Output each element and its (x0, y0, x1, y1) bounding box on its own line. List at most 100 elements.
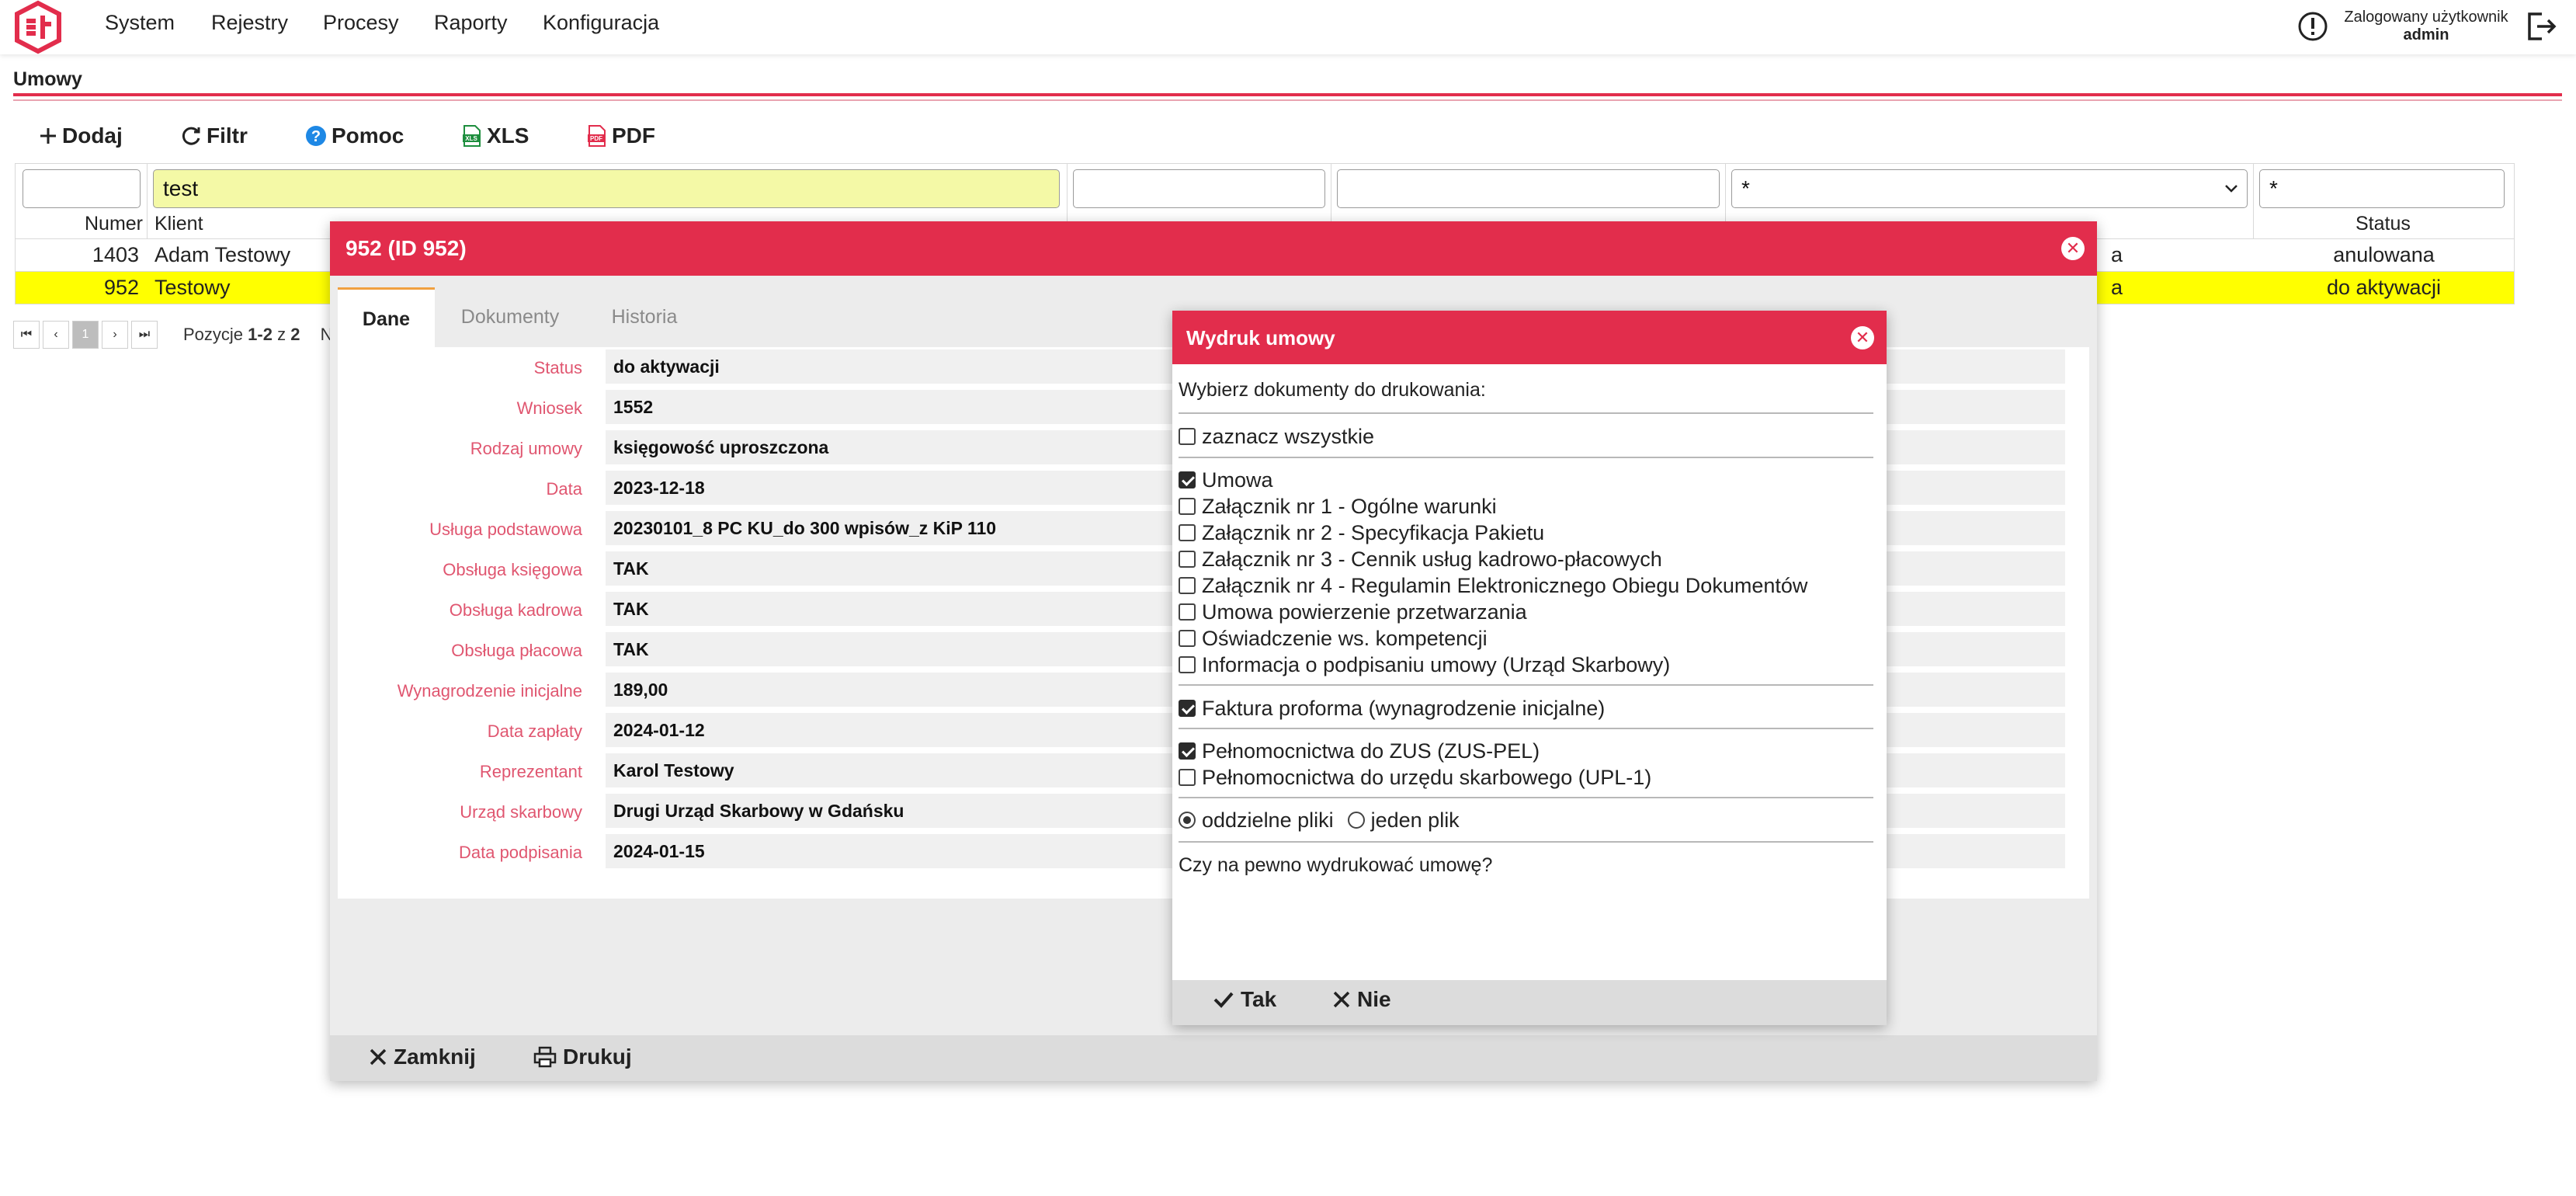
logout-icon[interactable] (2525, 11, 2557, 42)
confirm-question: Czy na pewno wydrukować umowę? (1179, 854, 1493, 876)
proxy-option[interactable]: Pełnomocnictwa do ZUS (ZUS-PEL) (1179, 739, 1540, 763)
tab-dokumenty[interactable]: Dokumenty (441, 287, 579, 347)
document-option[interactable]: Umowa powierzenie przetwarzania (1179, 600, 1527, 624)
print-button[interactable]: Drukuj (533, 1045, 632, 1069)
close-button-label: Zamknij (394, 1045, 476, 1069)
print-dialog: Wydruk umowy ✕ Wybierz dokumenty do druk… (1172, 311, 1887, 1025)
pager-total: 2 (290, 325, 300, 344)
alert-icon[interactable] (2297, 10, 2329, 43)
svg-text:?: ? (311, 128, 321, 145)
document-option[interactable]: Załącznik nr 2 - Specyfikacja Pakietu (1179, 520, 1544, 545)
separate-files-radio[interactable] (1179, 812, 1196, 829)
file-mode-group: oddzielne pliki jeden plik (1179, 808, 1460, 833)
top-navbar: System Rejestry Procesy Raporty Konfigur… (0, 0, 2576, 54)
help-button[interactable]: ? Pomoc (305, 120, 404, 151)
field-label-obsluga-placowa: Obsługa płacowa (451, 641, 582, 660)
select-filter-dropdown[interactable]: * (1731, 169, 2248, 208)
status-filter-input[interactable] (2259, 169, 2505, 208)
proxy-option[interactable]: Pełnomocnictwa do urzędu skarbowego (UPL… (1179, 765, 1651, 790)
divider (1179, 841, 1873, 843)
invoice-option[interactable]: Faktura proforma (wynagrodzenie inicjaln… (1179, 696, 1605, 721)
data-filter-input[interactable] (1337, 169, 1720, 208)
status-header-label: Status (2356, 213, 2411, 235)
menu-konfiguracja[interactable]: Konfiguracja (543, 11, 659, 35)
document-checkbox[interactable] (1179, 656, 1196, 673)
filter-button-label: Filtr (207, 123, 248, 148)
export-xls-button[interactable]: XLS XLS (462, 120, 529, 151)
document-checkbox[interactable] (1179, 551, 1196, 568)
document-option[interactable]: Załącznik nr 4 - Regulamin Elektroniczne… (1179, 573, 1807, 598)
contract-dialog-header: 952 (ID 952) ✕ (330, 221, 2097, 276)
document-checkbox[interactable] (1179, 603, 1196, 621)
yes-button[interactable]: Tak (1213, 987, 1276, 1012)
field-label-rodzaj: Rodzaj umowy (470, 439, 582, 458)
select-all-checkbox[interactable] (1179, 428, 1196, 445)
document-checkbox[interactable] (1179, 524, 1196, 541)
divider (1179, 684, 1873, 686)
no-button[interactable]: Nie (1332, 987, 1391, 1012)
field-label-usluga: Usługa podstawowa (429, 520, 582, 539)
close-x-icon (1333, 991, 1350, 1008)
title-divider-thin (13, 99, 2562, 101)
print-dialog-title: Wydruk umowy (1186, 326, 1335, 349)
close-icon[interactable]: ✕ (2061, 237, 2085, 260)
numer-filter-input[interactable] (23, 169, 141, 208)
select-all-label: zaznacz wszystkie (1202, 424, 1375, 448)
document-option[interactable]: Oświadczenie ws. kompetencji (1179, 626, 1488, 651)
select-all-option[interactable]: zaznacz wszystkie (1179, 424, 1374, 449)
menu-system[interactable]: System (105, 11, 175, 35)
row-numer: 952 (103, 276, 139, 299)
pager-page-1[interactable]: 1 (72, 321, 99, 349)
document-label: Załącznik nr 4 - Regulamin Elektroniczne… (1202, 573, 1808, 597)
print-dialog-footer (1172, 980, 1887, 1025)
tab-dane[interactable]: Dane (338, 287, 435, 347)
export-pdf-button[interactable]: PDF PDF (587, 120, 655, 151)
invoice-label: Faktura proforma (wynagrodzenie inicjaln… (1202, 696, 1606, 720)
document-checkbox[interactable] (1179, 577, 1196, 594)
single-file-radio[interactable] (1347, 812, 1365, 829)
print-intro-text: Wybierz dokumenty do drukowania: (1179, 379, 1486, 401)
close-icon[interactable]: ✕ (1851, 326, 1874, 349)
document-option[interactable]: Załącznik nr 3 - Cennik usług kadrowo-pł… (1179, 547, 1662, 572)
document-checkbox[interactable] (1179, 498, 1196, 515)
filter-button[interactable]: Filtr (180, 120, 248, 151)
document-checkbox[interactable] (1179, 471, 1196, 488)
yes-button-label: Tak (1241, 987, 1277, 1011)
pager-first-button[interactable]: ⏮ (13, 321, 40, 349)
menu-rejestry[interactable]: Rejestry (211, 11, 288, 35)
divider (1179, 797, 1873, 798)
proxy-label: Pełnomocnictwa do urzędu skarbowego (UPL… (1202, 765, 1652, 789)
field-label-data: Data (546, 479, 582, 499)
app-logo[interactable] (11, 0, 65, 54)
help-button-label: Pomoc (332, 123, 404, 148)
nip-filter-input[interactable] (1073, 169, 1325, 208)
document-checkbox[interactable] (1179, 630, 1196, 647)
proxy-checkbox[interactable] (1179, 742, 1196, 760)
invoice-checkbox[interactable] (1179, 700, 1196, 717)
klient-filter-input[interactable] (153, 169, 1060, 208)
title-divider (13, 93, 2562, 96)
field-label-data-podpisania: Data podpisania (458, 843, 582, 862)
proxy-checkbox[interactable] (1179, 769, 1196, 786)
field-label-status: Status (533, 358, 582, 377)
menu-raporty[interactable]: Raporty (434, 11, 508, 35)
menu-procesy[interactable]: Procesy (323, 11, 399, 35)
single-file-label: jeden plik (1370, 808, 1460, 832)
tab-historia[interactable]: Historia (585, 287, 703, 347)
divider (1179, 457, 1873, 458)
document-option[interactable]: Informacja o podpisaniu umowy (Urząd Ska… (1179, 652, 1670, 677)
row-status: anulowana (2333, 243, 2435, 266)
row-numer: 1403 (92, 243, 139, 266)
pager-prev-button[interactable]: ‹ (43, 321, 69, 349)
pdf-file-icon: PDF (588, 125, 606, 147)
pager-last-button[interactable]: ⏭ (131, 321, 158, 349)
close-button[interactable]: Zamknij (369, 1045, 476, 1069)
document-label: Informacja o podpisaniu umowy (Urząd Ska… (1202, 652, 1671, 676)
add-button[interactable]: Dodaj (39, 120, 123, 151)
xls-button-label: XLS (487, 123, 529, 148)
add-button-label: Dodaj (62, 123, 123, 148)
close-x-icon (370, 1048, 387, 1066)
document-option[interactable]: Załącznik nr 1 - Ogólne warunki (1179, 494, 1497, 519)
pager-next-button[interactable]: › (102, 321, 128, 349)
document-option[interactable]: Umowa (1179, 468, 1273, 492)
